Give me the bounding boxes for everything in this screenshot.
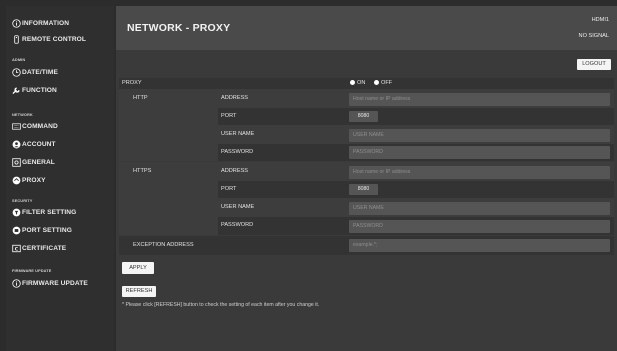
sidebar-item-certificate[interactable]: C CERTIFICATE	[12, 244, 66, 253]
info-circle-icon	[12, 19, 21, 28]
radio-selected-icon	[350, 80, 355, 86]
sidebar-item-label: GENERAL	[22, 159, 55, 166]
exception-address-input[interactable]: example.*;	[349, 239, 610, 252]
https-password-input[interactable]: PASSWORD	[349, 220, 610, 233]
https-group: HTTPS ADDRESS Host name or IP address PO…	[119, 162, 614, 235]
sidebar-item-label: PROXY	[22, 177, 46, 184]
proxy-label: PROXY	[122, 80, 142, 86]
http-group: HTTP ADDRESS Host name or IP address POR…	[119, 89, 614, 161]
http-port-row	[218, 108, 614, 125]
certificate-icon: C	[12, 244, 21, 253]
http-password-input[interactable]: PASSWORD	[349, 146, 610, 159]
section-title-network: NETWORK	[12, 112, 33, 117]
proxy-on-label: ON	[357, 80, 366, 86]
https-address-label: ADDRESS	[221, 168, 249, 174]
exception-address-row: EXCEPTION ADDRESS example.*;	[119, 236, 614, 255]
http-address-label: ADDRESS	[221, 95, 249, 101]
port-setting-icon	[12, 226, 21, 235]
wrench-icon	[12, 86, 21, 95]
http-label: HTTP	[133, 95, 148, 101]
remote-control-icon	[12, 35, 21, 44]
sidebar-item-general[interactable]: GENERAL	[12, 158, 55, 167]
sidebar-item-command[interactable]: COMMAND	[12, 122, 58, 131]
input-source-label: HDMI1	[591, 17, 609, 23]
sidebar-item-port-setting[interactable]: PORT SETTING	[12, 226, 72, 235]
general-icon	[12, 158, 21, 167]
sidebar-item-label: DATE/TIME	[22, 69, 58, 76]
proxy-off-radio[interactable]: OFF	[374, 80, 392, 86]
logout-button[interactable]: LOGOUT	[577, 59, 611, 70]
sidebar-item-function[interactable]: FUNCTION	[12, 86, 57, 95]
sidebar-item-account[interactable]: ACCOUNT	[12, 140, 56, 149]
https-username-label: USER NAME	[221, 204, 255, 210]
section-title-firmware-update: FIRMWARE UPDATE	[12, 268, 52, 273]
apply-button[interactable]: APPLY	[122, 262, 154, 274]
https-port-input[interactable]: 8080	[349, 184, 378, 195]
sidebar-item-label: PORT SETTING	[22, 227, 72, 234]
svg-text:C: C	[15, 246, 19, 252]
https-port-row	[218, 181, 614, 198]
sidebar-item-filter-setting[interactable]: FILTER SETTING	[12, 208, 76, 217]
radio-icon	[374, 80, 379, 86]
sidebar-item-label: CERTIFICATE	[22, 245, 67, 252]
account-icon	[12, 140, 21, 149]
sidebar-item-label: REMOTE CONTROL	[22, 36, 87, 43]
page-header: NETWORK - PROXY HDMI1 NO SIGNAL	[116, 6, 617, 50]
page-title: NETWORK - PROXY	[127, 22, 231, 34]
sidebar-item-proxy[interactable]: PROXY	[12, 176, 46, 185]
https-address-input[interactable]: Host name or IP address	[349, 166, 610, 179]
sidebar-item-label: COMMAND	[22, 123, 58, 130]
keyboard-icon	[12, 122, 21, 131]
proxy-icon	[12, 176, 21, 185]
sidebar-item-label: FILTER SETTING	[22, 209, 77, 216]
proxy-settings-form: PROXY ON OFF HTTP ADDRESS Host name or I…	[119, 78, 614, 260]
section-title-security: SECURITY	[12, 198, 33, 203]
refresh-button[interactable]: REFRESH	[122, 286, 156, 297]
proxy-off-label: OFF	[381, 80, 393, 86]
section-title-admin: ADMIN	[12, 57, 26, 62]
sidebar-item-remote-control[interactable]: REMOTE CONTROL	[12, 35, 86, 44]
sidebar-item-label: FUNCTION	[22, 87, 57, 94]
sidebar-item-label: INFORMATION	[22, 20, 70, 27]
sidebar-item-label: ACCOUNT	[22, 141, 56, 148]
proxy-row: PROXY ON OFF	[119, 78, 614, 89]
https-label: HTTPS	[133, 168, 152, 174]
http-password-label: PASSWORD	[221, 149, 254, 155]
http-address-input[interactable]: Host name or IP address	[349, 93, 610, 106]
proxy-on-radio[interactable]: ON	[350, 80, 365, 86]
sidebar-item-label: FIRMWARE UPDATE	[22, 280, 88, 287]
app-window: INFORMATION REMOTE CONTROL ADMIN DATE/TI…	[0, 0, 617, 351]
http-username-label: USER NAME	[221, 131, 255, 137]
http-username-input[interactable]: USER NAME	[349, 129, 610, 142]
signal-status-label: NO SIGNAL	[578, 33, 609, 39]
exception-address-label: EXCEPTION ADDRESS	[133, 242, 194, 248]
main-content: NETWORK - PROXY HDMI1 NO SIGNAL LOGOUT P…	[116, 6, 617, 351]
http-port-label: PORT	[221, 113, 237, 119]
sidebar: INFORMATION REMOTE CONTROL ADMIN DATE/TI…	[6, 6, 114, 351]
sidebar-item-date-time[interactable]: DATE/TIME	[12, 68, 58, 77]
filter-setting-icon	[12, 208, 21, 217]
sidebar-item-firmware-update[interactable]: FIRMWARE UPDATE	[12, 279, 88, 288]
https-username-input[interactable]: USER NAME	[349, 202, 610, 215]
https-password-label: PASSWORD	[221, 222, 254, 228]
sidebar-item-information[interactable]: INFORMATION	[12, 19, 69, 28]
https-port-label: PORT	[221, 186, 237, 192]
refresh-note: * Please click [REFRESH] button to check…	[122, 302, 320, 308]
info-circle-icon	[12, 279, 21, 288]
http-port-input[interactable]: 8080	[349, 111, 378, 122]
clock-icon	[12, 68, 21, 77]
